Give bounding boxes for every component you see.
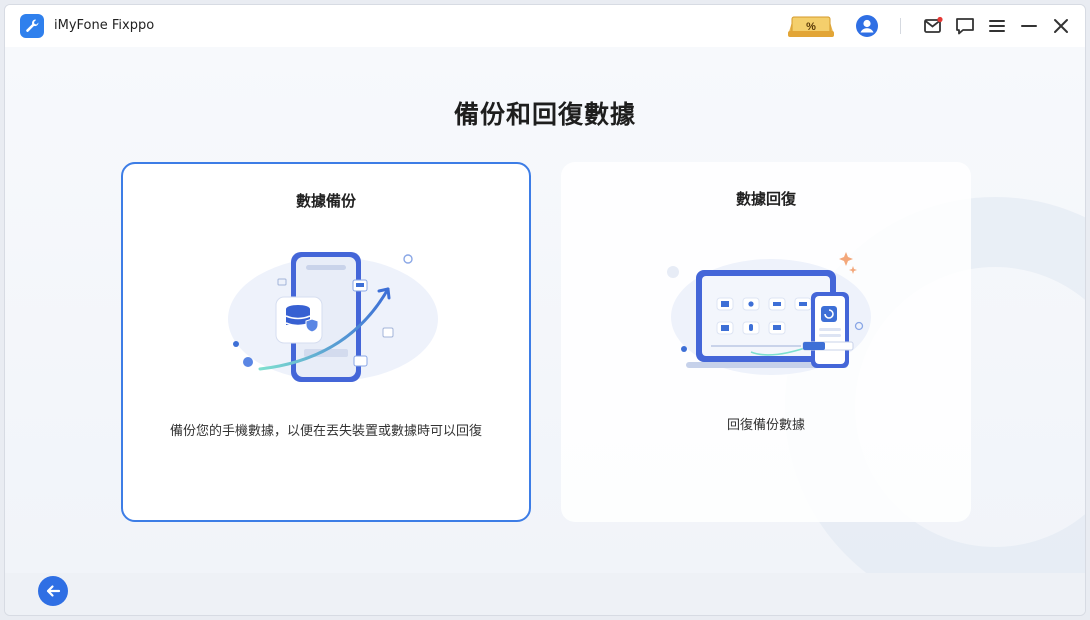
backup-card-description: 備份您的手機數據，以便在丟失裝置或數據時可以回復 xyxy=(169,424,482,439)
backup-card-title: 數據備份 xyxy=(295,192,356,210)
main-content: 備份和回復數據 數據備份 備份您的手機數據，以便在丟失裝置或數據時可以回復 數據… xyxy=(5,47,1085,615)
app-window: iMyFone Fixppo % 備份和回復數據 數據備份 備份您的手機數據，以… xyxy=(4,4,1086,616)
user-account-icon[interactable] xyxy=(855,14,879,38)
laptop-restore-illustration-icon xyxy=(667,252,871,375)
close-icon[interactable] xyxy=(1050,15,1072,37)
arrow-left-icon xyxy=(46,585,61,597)
restore-card-title: 數據回復 xyxy=(735,190,796,208)
app-title: iMyFone Fixppo xyxy=(54,18,155,33)
toolbar-divider xyxy=(900,18,901,34)
backup-card[interactable]: 數據備份 備份您的手機數據，以便在丟失裝置或數據時可以回復 xyxy=(121,162,531,522)
restore-card-description: 回復備份數據 xyxy=(726,418,805,433)
wrench-icon xyxy=(20,14,44,38)
phone-backup-illustration-icon xyxy=(228,252,438,382)
promo-label: % xyxy=(806,21,816,33)
discount-coupon-icon[interactable]: % xyxy=(786,13,836,39)
feedback-chat-icon[interactable] xyxy=(954,15,976,37)
back-button[interactable] xyxy=(38,576,68,606)
page-title: 備份和回復數據 xyxy=(453,100,636,129)
mail-icon[interactable] xyxy=(922,15,944,37)
menu-icon[interactable] xyxy=(986,15,1008,37)
footer-bar xyxy=(5,573,1085,615)
restore-card[interactable]: 數據回復 回復備份數據 xyxy=(561,162,971,522)
minimize-icon[interactable] xyxy=(1018,15,1040,37)
title-bar: iMyFone Fixppo % xyxy=(5,5,1085,47)
